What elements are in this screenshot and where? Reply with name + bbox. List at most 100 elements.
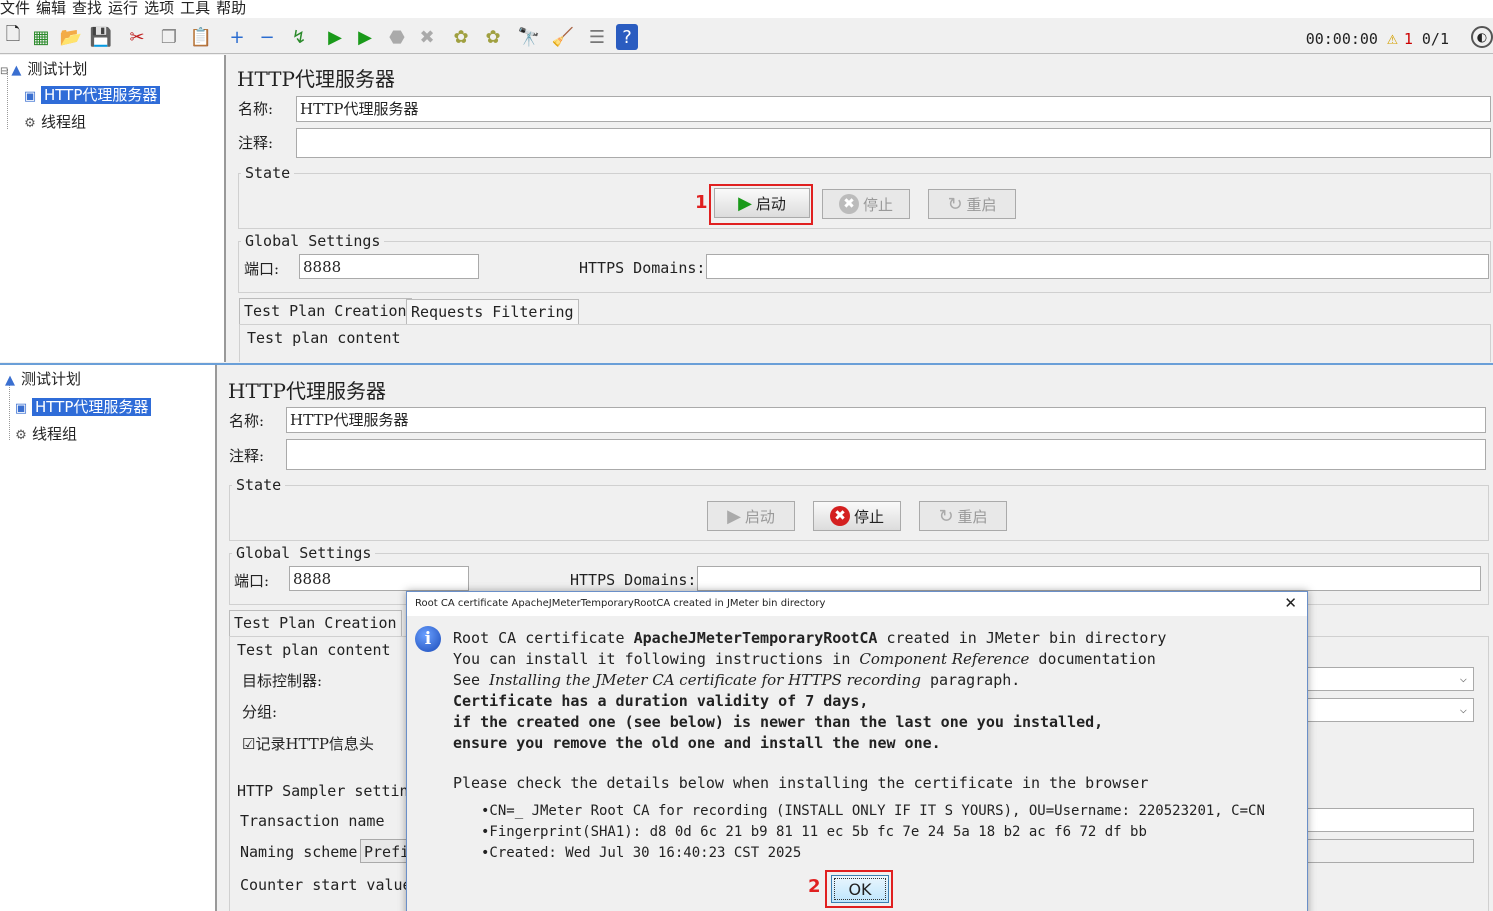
name-label: 名称: — [238, 100, 274, 118]
chevron-down-icon: ⌵ — [1459, 702, 1467, 716]
expand-icon[interactable]: + — [224, 24, 250, 50]
clear-all-icon[interactable]: ✿ — [480, 24, 506, 50]
dialog-body: i Root CA certificate ApacheJMeterTempor… — [407, 616, 1307, 911]
menu-file[interactable]: 文件 — [0, 0, 30, 17]
root-ca-dialog: Root CA certificate ApacheJMeterTemporar… — [406, 591, 1308, 911]
close-icon[interactable]: ✕ — [1284, 594, 1297, 612]
comment-input[interactable] — [296, 128, 1491, 158]
tab-test-plan-creation[interactable]: Test Plan Creation — [239, 298, 412, 324]
grouping-label: 分组: — [242, 703, 278, 721]
menu-tools[interactable]: 工具 — [180, 0, 210, 17]
https-domains-input[interactable] — [706, 254, 1489, 279]
naming-scheme-field[interactable] — [1299, 839, 1474, 863]
tree-node-proxy[interactable]: ▣ HTTP代理服务器 — [22, 83, 161, 107]
port-input-2[interactable]: 8888 — [289, 566, 469, 591]
collapse-icon[interactable]: − — [254, 24, 280, 50]
menu-help[interactable]: 帮助 — [216, 0, 246, 17]
annotation-2: 2 — [808, 876, 821, 897]
name-label-2: 名称: — [229, 412, 265, 430]
gear-icon: ⚙ — [15, 428, 27, 443]
proxy-icon: ▣ — [14, 401, 28, 416]
save-icon[interactable]: 💾 — [88, 24, 114, 50]
port-label-2: 端口: — [234, 572, 270, 590]
transaction-name-input[interactable] — [1299, 808, 1474, 832]
state-label-2: State — [232, 476, 286, 494]
menu-run[interactable]: 运行 — [108, 0, 138, 17]
name-input[interactable]: HTTP代理服务器 — [296, 96, 1491, 122]
new-icon[interactable]: 🗋 — [0, 24, 26, 50]
warning-icon[interactable]: ⚠ — [1387, 28, 1398, 49]
comment-label-2: 注释: — [229, 447, 265, 465]
clear-icon[interactable]: ✿ — [448, 24, 474, 50]
play-icon: ▶ — [727, 505, 741, 527]
cert-created: •Created: Wed Jul 30 16:40:23 CST 2025 — [481, 845, 802, 861]
comment-label: 注释: — [238, 134, 274, 152]
transaction-name-label: Transaction name — [240, 812, 385, 830]
paste-icon[interactable]: 📋 — [188, 24, 214, 50]
copy-icon[interactable]: ❐ — [156, 24, 182, 50]
status-readout: 00:00:00 ⚠ 1 0/1 — [1306, 28, 1449, 49]
bottom-screenshot: ▲ 测试计划 ▣ HTTP代理服务器 ⚙ 线程组 HTTP代理服务器 名称: HTTP… — [0, 363, 1493, 911]
toggle-icon[interactable]: ↯ — [286, 24, 312, 50]
start-icon[interactable]: ▶ — [322, 24, 348, 50]
start-button-2[interactable]: ▶ 启动 — [707, 501, 795, 531]
function-helper-icon[interactable]: ☰ — [584, 24, 610, 50]
restart-button-2[interactable]: ↻ 重启 — [919, 501, 1007, 531]
top-screenshot: 文件 编辑 查找 运行 选项 工具 帮助 🗋 ▦ 📂 💾 ✂ ❐ 📋 + − ↯ ▶ ▶ ⬣… — [0, 0, 1493, 362]
chevron-down-icon: ⌵ — [1459, 671, 1467, 685]
restart-button[interactable]: ↻ 重启 — [928, 189, 1016, 219]
cert-fingerprint: •Fingerprint(SHA1): d8 0d 6c 21 b9 81 11… — [481, 824, 1147, 840]
shutdown-icon[interactable]: ✖ — [414, 24, 440, 50]
stop-button[interactable]: ✖ 停止 — [822, 189, 910, 219]
reset-search-icon[interactable]: 🧹 — [550, 24, 576, 50]
tree-node-plan[interactable]: ⊟ ▲ 测试计划 — [0, 57, 87, 81]
dialog-line-5: if the created one (see below) is newer … — [453, 713, 1104, 731]
search-icon[interactable]: 🔭 — [516, 24, 542, 50]
port-input[interactable]: 8888 — [299, 254, 479, 279]
plan-content-label-2: Test plan content — [233, 641, 395, 659]
cut-icon[interactable]: ✂ — [124, 24, 150, 50]
plan-icon: ▲ — [5, 373, 15, 388]
name-input-2[interactable]: HTTP代理服务器 — [286, 407, 1486, 433]
tree-node-plan-2[interactable]: ▲ 测试计划 — [2, 367, 81, 391]
stop-icon: ✖ — [829, 506, 850, 526]
gear-icon: ⚙ — [24, 116, 36, 131]
https-domains-input-2[interactable] — [697, 566, 1481, 591]
stop-icon[interactable]: ⬣ — [384, 24, 410, 50]
tree-node-proxy-2[interactable]: ▣ HTTP代理服务器 — [13, 395, 152, 419]
start-no-pause-icon[interactable]: ▶ — [352, 24, 378, 50]
highlight-start — [709, 184, 813, 225]
warning-count: 1 — [1403, 30, 1413, 48]
tab-requests-filtering[interactable]: Requests Filtering — [406, 299, 579, 325]
stop-button-2[interactable]: ✖ 停止 — [813, 501, 901, 531]
stop-icon: ✖ — [838, 194, 859, 214]
grouping-select[interactable]: ⌵ — [1299, 698, 1474, 722]
help-icon[interactable]: ? — [616, 24, 638, 50]
page-title: HTTP代理服务器 — [237, 67, 395, 91]
dialog-line-2: You can install it following instruction… — [453, 650, 1156, 668]
dialog-line-7: Please check the details below when inst… — [453, 774, 1149, 792]
menu-bar: 文件 编辑 查找 运行 选项 工具 帮助 — [0, 0, 1493, 18]
templates-icon[interactable]: ▦ — [28, 24, 54, 50]
highlight-ok — [825, 870, 893, 908]
tab-test-plan-creation-2[interactable]: Test Plan Creation — [229, 610, 402, 636]
annotation-1: 1 — [695, 192, 708, 213]
sampler-settings-label: HTTP Sampler settin — [237, 782, 409, 800]
menu-search[interactable]: 查找 — [72, 0, 102, 17]
comment-input-2[interactable] — [286, 439, 1486, 470]
tree-node-thread-group[interactable]: ⚙ 线程组 — [22, 110, 86, 134]
port-label: 端口: — [244, 260, 280, 278]
dialog-line-1: Root CA certificate ApacheJMeterTemporar… — [453, 629, 1167, 647]
plan-content-label: Test plan content — [243, 329, 405, 347]
open-icon[interactable]: 📂 — [58, 24, 84, 50]
menu-options[interactable]: 选项 — [144, 0, 174, 17]
plan-icon: ▲ — [11, 63, 22, 78]
dialog-title: Root CA certificate ApacheJMeterTemporar… — [415, 598, 826, 609]
tree-node-thread-group-2[interactable]: ⚙ 线程组 — [13, 422, 77, 446]
menu-edit[interactable]: 编辑 — [36, 0, 66, 17]
state-label: State — [241, 164, 295, 182]
target-controller-select[interactable]: ⌵ — [1299, 667, 1474, 691]
tree-panel-2: ▲ 测试计划 ▣ HTTP代理服务器 ⚙ 线程组 — [0, 365, 217, 911]
dialog-line-6: ensure you remove the old one and instal… — [453, 734, 941, 752]
record-headers-checkbox[interactable]: ☑记录HTTP信息头 — [242, 733, 374, 754]
